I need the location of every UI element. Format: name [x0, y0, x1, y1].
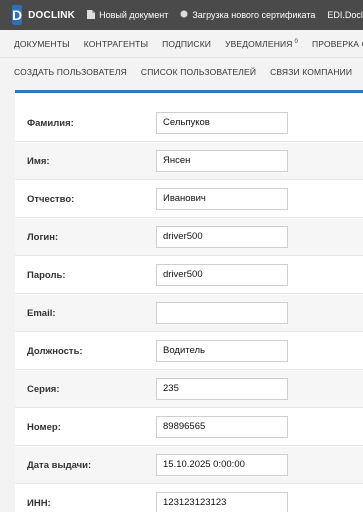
- sub-menu: СОЗДАТЬ ПОЛЬЗОВАТЕЛЯ СПИСОК ПОЛЬЗОВАТЕЛЕ…: [0, 58, 363, 86]
- patronymic-input[interactable]: Иванович: [156, 188, 288, 210]
- new-document-label: Новый документ: [99, 10, 169, 20]
- form-row-firstname: Имя: Янсен: [15, 143, 363, 180]
- form-row-email: Email:: [15, 295, 363, 332]
- form-row-lastname: Фамилия: Сельпуков: [15, 105, 363, 142]
- login-label: Логин:: [27, 232, 59, 243]
- form-row-login: Логин: driver500: [15, 219, 363, 256]
- edi-doclink-link[interactable]: EDI.Doclink: [327, 10, 363, 20]
- email-input[interactable]: [156, 302, 288, 324]
- menu-create-user[interactable]: СОЗДАТЬ ПОЛЬЗОВАТЕЛЯ: [14, 67, 127, 77]
- login-input[interactable]: driver500: [156, 226, 288, 248]
- user-form-panel: Фамилия: Сельпуков Имя: Янсен Отчество: …: [15, 90, 363, 512]
- inn-input[interactable]: 123123123123: [156, 492, 288, 512]
- issue-date-label: Дата выдачи:: [27, 460, 92, 471]
- lastname-label: Фамилия:: [27, 118, 74, 129]
- number-input[interactable]: 89896565: [156, 416, 288, 438]
- menu-documents[interactable]: ДОКУМЕНТЫ: [14, 39, 70, 49]
- password-label: Пароль:: [27, 270, 66, 281]
- form-row-number: Номер: 89896565: [15, 409, 363, 446]
- email-label: Email:: [27, 308, 56, 319]
- menu-notifications[interactable]: УВЕДОМЛЕНИЯ 0: [225, 39, 298, 49]
- issue-date-input[interactable]: 15.10.2025 0:00:00: [156, 454, 288, 476]
- firstname-label: Имя:: [27, 156, 50, 167]
- circle-icon: [180, 10, 188, 20]
- menu-company-links[interactable]: СВЯЗИ КОМПАНИИ: [270, 67, 352, 77]
- top-navbar: D DOCLINK Новый документ Загрузка нового…: [0, 0, 363, 30]
- patronymic-label: Отчество:: [27, 194, 75, 205]
- menu-certificate-check[interactable]: ПРОВЕРКА СЕРТИФИКАТА: [312, 39, 363, 49]
- menu-counterparties[interactable]: КОНТРАГЕНТЫ: [84, 39, 148, 49]
- position-input[interactable]: Водитель: [156, 340, 288, 362]
- form-row-position: Должность: Водитель: [15, 333, 363, 370]
- lastname-input[interactable]: Сельпуков: [156, 112, 288, 134]
- document-icon: [87, 9, 96, 21]
- firstname-input[interactable]: Янсен: [156, 150, 288, 172]
- inn-label: ИНН:: [27, 498, 51, 509]
- form-row-series: Серия: 235: [15, 371, 363, 408]
- menu-user-list[interactable]: СПИСОК ПОЛЬЗОВАТЕЛЕЙ: [141, 67, 256, 77]
- notifications-badge: 0: [294, 38, 299, 45]
- form-row-password: Пароль: driver500: [15, 257, 363, 294]
- doclink-logo[interactable]: D: [12, 5, 23, 25]
- brand-name[interactable]: DOCLINK: [28, 10, 75, 21]
- menu-notifications-label: УВЕДОМЛЕНИЯ: [225, 38, 293, 49]
- form-row-issue-date: Дата выдачи: 15.10.2025 0:00:00: [15, 447, 363, 484]
- main-menu: ДОКУМЕНТЫ КОНТРАГЕНТЫ ПОДПИСКИ УВЕДОМЛЕН…: [0, 30, 363, 58]
- number-label: Номер:: [27, 422, 61, 433]
- edi-doclink-label: EDI.Doclink: [327, 10, 363, 20]
- upload-certificate-link[interactable]: Загрузка нового сертификата: [180, 10, 315, 20]
- form-row-inn: ИНН: 123123123123: [15, 485, 363, 512]
- menu-subscriptions[interactable]: ПОДПИСКИ: [162, 39, 211, 49]
- password-input[interactable]: driver500: [156, 264, 288, 286]
- position-label: Должность:: [27, 346, 83, 357]
- series-input[interactable]: 235: [156, 378, 288, 400]
- upload-certificate-label: Загрузка нового сертификата: [192, 10, 316, 20]
- form-row-patronymic: Отчество: Иванович: [15, 181, 363, 218]
- new-document-link[interactable]: Новый документ: [87, 9, 169, 21]
- series-label: Серия:: [27, 384, 60, 395]
